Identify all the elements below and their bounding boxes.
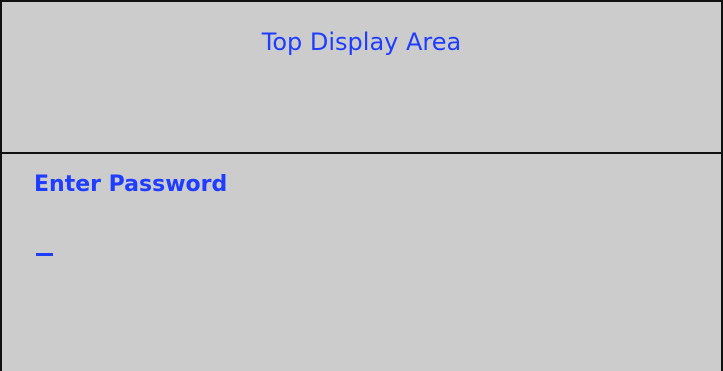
top-display-title: Top Display Area	[261, 28, 462, 56]
screen: Top Display Area Enter Password	[0, 0, 723, 371]
top-display-area: Top Display Area	[0, 0, 723, 153]
password-label: Enter Password	[34, 172, 228, 197]
password-panel: Enter Password	[0, 154, 723, 371]
text-cursor	[36, 253, 53, 256]
password-field[interactable]	[32, 224, 692, 262]
